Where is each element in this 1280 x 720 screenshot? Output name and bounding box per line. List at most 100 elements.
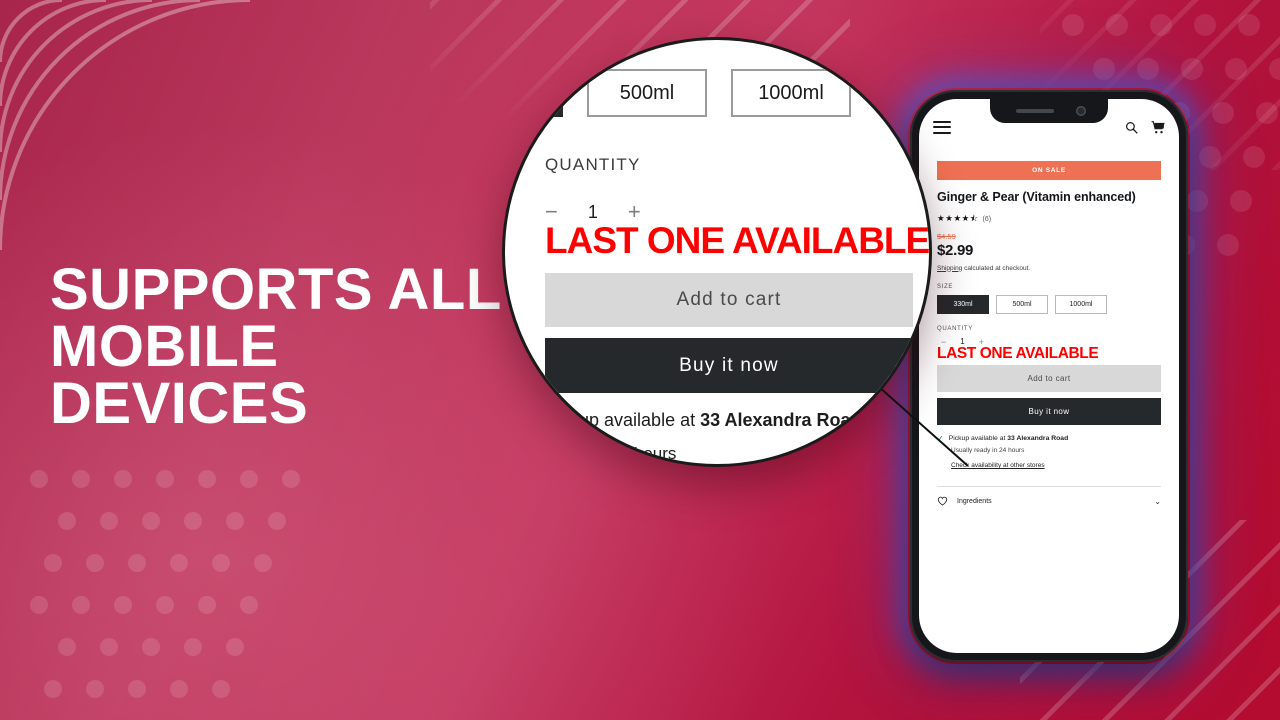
decorative-dot <box>240 596 258 614</box>
pickup-text: Pickup available at 33 Alexandra Road <box>949 435 1069 442</box>
decorative-dot <box>240 470 258 488</box>
decorative-dot <box>114 470 132 488</box>
decorative-dot <box>86 554 104 572</box>
product-rating: ★★★★⯪ (6) <box>937 213 1161 227</box>
headline-line-3: DEVICES <box>50 370 309 436</box>
chevron-down-icon[interactable]: ⌄ <box>1154 497 1161 506</box>
magnified-add-to-cart-button[interactable]: Add to cart <box>545 273 913 327</box>
decorative-dot <box>44 680 62 698</box>
notch-camera <box>1076 106 1086 116</box>
pickup-prefix: Pickup available at <box>948 434 1008 442</box>
decorative-dot <box>100 512 118 530</box>
phone-screen: ON SALE Ginger & Pear (Vitamin enhanced)… <box>919 99 1179 653</box>
decorative-dot <box>30 596 48 614</box>
decorative-dot <box>1212 102 1234 124</box>
decorative-dot <box>142 512 160 530</box>
decorative-dot <box>170 680 188 698</box>
decorative-dot <box>86 680 104 698</box>
magnified-buy-it-now-button[interactable]: Buy it now <box>545 338 913 393</box>
quantity-label: QUANTITY <box>937 325 973 332</box>
magnified-size-option-1000ml[interactable]: 1000ml <box>731 69 851 117</box>
concentric-arcs-decoration <box>0 0 251 251</box>
headline-line-2: MOBILE <box>50 313 279 379</box>
stock-alert: LAST ONE AVAILABLE <box>937 344 1099 362</box>
size-option-330ml[interactable]: 330ml <box>937 294 989 314</box>
check-icon: ✓ <box>937 433 944 443</box>
decorative-dot <box>1062 14 1084 36</box>
decorative-dot <box>58 638 76 656</box>
cart-icon[interactable] <box>1151 120 1165 134</box>
decorative-dot <box>254 554 272 572</box>
old-price: $4.59 <box>937 231 956 241</box>
current-price: $2.99 <box>937 241 974 259</box>
size-label: SIZE <box>937 283 954 290</box>
decorative-dot <box>1150 14 1172 36</box>
phone-side-button-bottom <box>1186 265 1188 319</box>
decorative-dot <box>100 638 118 656</box>
decorative-dot <box>1217 234 1239 256</box>
ingredients-label: Ingredients <box>957 497 992 505</box>
search-icon[interactable] <box>1125 121 1138 134</box>
phone-notch <box>990 99 1108 123</box>
decorative-dot <box>156 596 174 614</box>
add-to-cart-button[interactable]: Add to cart <box>937 364 1161 392</box>
pickup-store: 33 Alexandra Road <box>1007 434 1069 442</box>
shipping-link[interactable]: Shipping <box>937 265 962 272</box>
decorative-dot <box>1093 58 1115 80</box>
rating-count: (6) <box>982 216 992 224</box>
decorative-dot <box>170 554 188 572</box>
pickup-ready: Usually ready in 24 hours <box>951 447 1025 455</box>
phone-mockup: ON SALE Ginger & Pear (Vitamin enhanced)… <box>900 80 1200 670</box>
magnified-pickup-text: Pickup available at 33 Alexandra Road <box>545 410 862 431</box>
hamburger-icon[interactable] <box>933 117 951 137</box>
decorative-dot <box>44 554 62 572</box>
decorative-dot <box>184 512 202 530</box>
buy-it-now-button[interactable]: Buy it now <box>937 397 1161 425</box>
decorative-dot <box>1106 14 1128 36</box>
decorative-dot <box>1199 146 1221 168</box>
decorative-dot <box>282 470 300 488</box>
decorative-dot <box>184 638 202 656</box>
decorative-dot <box>1230 190 1252 212</box>
decorative-dot <box>128 554 146 572</box>
notch-speaker <box>1016 109 1054 113</box>
decorative-dot <box>198 470 216 488</box>
decorative-dot <box>212 680 230 698</box>
magnified-size-option-330ml[interactable]: 330ml <box>505 69 563 117</box>
decorative-dot <box>1137 58 1159 80</box>
headline-line-1: SUPPORTS ALL <box>50 257 502 322</box>
decorative-dot <box>226 512 244 530</box>
dot-field-bottom-left <box>30 470 330 720</box>
magnified-size-option-500ml[interactable]: 500ml <box>587 69 707 117</box>
decorative-dot <box>72 596 90 614</box>
decorative-dot <box>156 470 174 488</box>
shipping-rest: calculated at checkout. <box>962 264 1031 272</box>
size-option-1000ml[interactable]: 1000ml <box>1055 294 1107 314</box>
decorative-dot <box>128 680 146 698</box>
size-selector: 330ml 500ml 1000ml <box>937 294 1161 314</box>
decorative-dot <box>1194 14 1216 36</box>
decorative-dot <box>1225 58 1247 80</box>
pickup-availability: ✓ Pickup available at 33 Alexandra Road … <box>937 433 1161 473</box>
decorative-dot <box>72 470 90 488</box>
magnified-pickup-prefix: Pickup available at <box>545 410 701 430</box>
phone-body: ON SALE Ginger & Pear (Vitamin enhanced)… <box>910 90 1188 662</box>
product-title: Ginger & Pear (Vitamin enhanced) <box>937 190 1136 204</box>
decorative-dot <box>1238 14 1260 36</box>
promo-banner: SUPPORTS ALL MOBILE DEVICES ON SALE Ging… <box>0 0 1280 720</box>
magnified-content: 330ml 500ml 1000ml QUANTITY − 1 + LAST O… <box>505 40 929 464</box>
decorative-dot <box>58 512 76 530</box>
magnifier-circle: 330ml 500ml 1000ml QUANTITY − 1 + LAST O… <box>502 37 932 467</box>
decorative-dot <box>1181 58 1203 80</box>
decorative-dot <box>1269 58 1280 80</box>
magnified-pickup-store: 33 Alexandra Road <box>700 410 862 430</box>
decorative-dot <box>1243 146 1265 168</box>
headline: SUPPORTS ALL MOBILE DEVICES <box>50 257 520 436</box>
magnified-size-selector: 330ml 500ml 1000ml <box>505 69 851 117</box>
magnified-pickup-ready: ready in 24 hours <box>545 444 677 463</box>
decorative-dot <box>212 554 230 572</box>
size-option-500ml[interactable]: 500ml <box>996 294 1048 314</box>
ingredients-accordion[interactable]: Ingredients ⌄ <box>937 487 1161 507</box>
check-other-stores-link[interactable]: Check availability at other stores <box>951 462 1045 469</box>
decorative-dot <box>1256 102 1278 124</box>
